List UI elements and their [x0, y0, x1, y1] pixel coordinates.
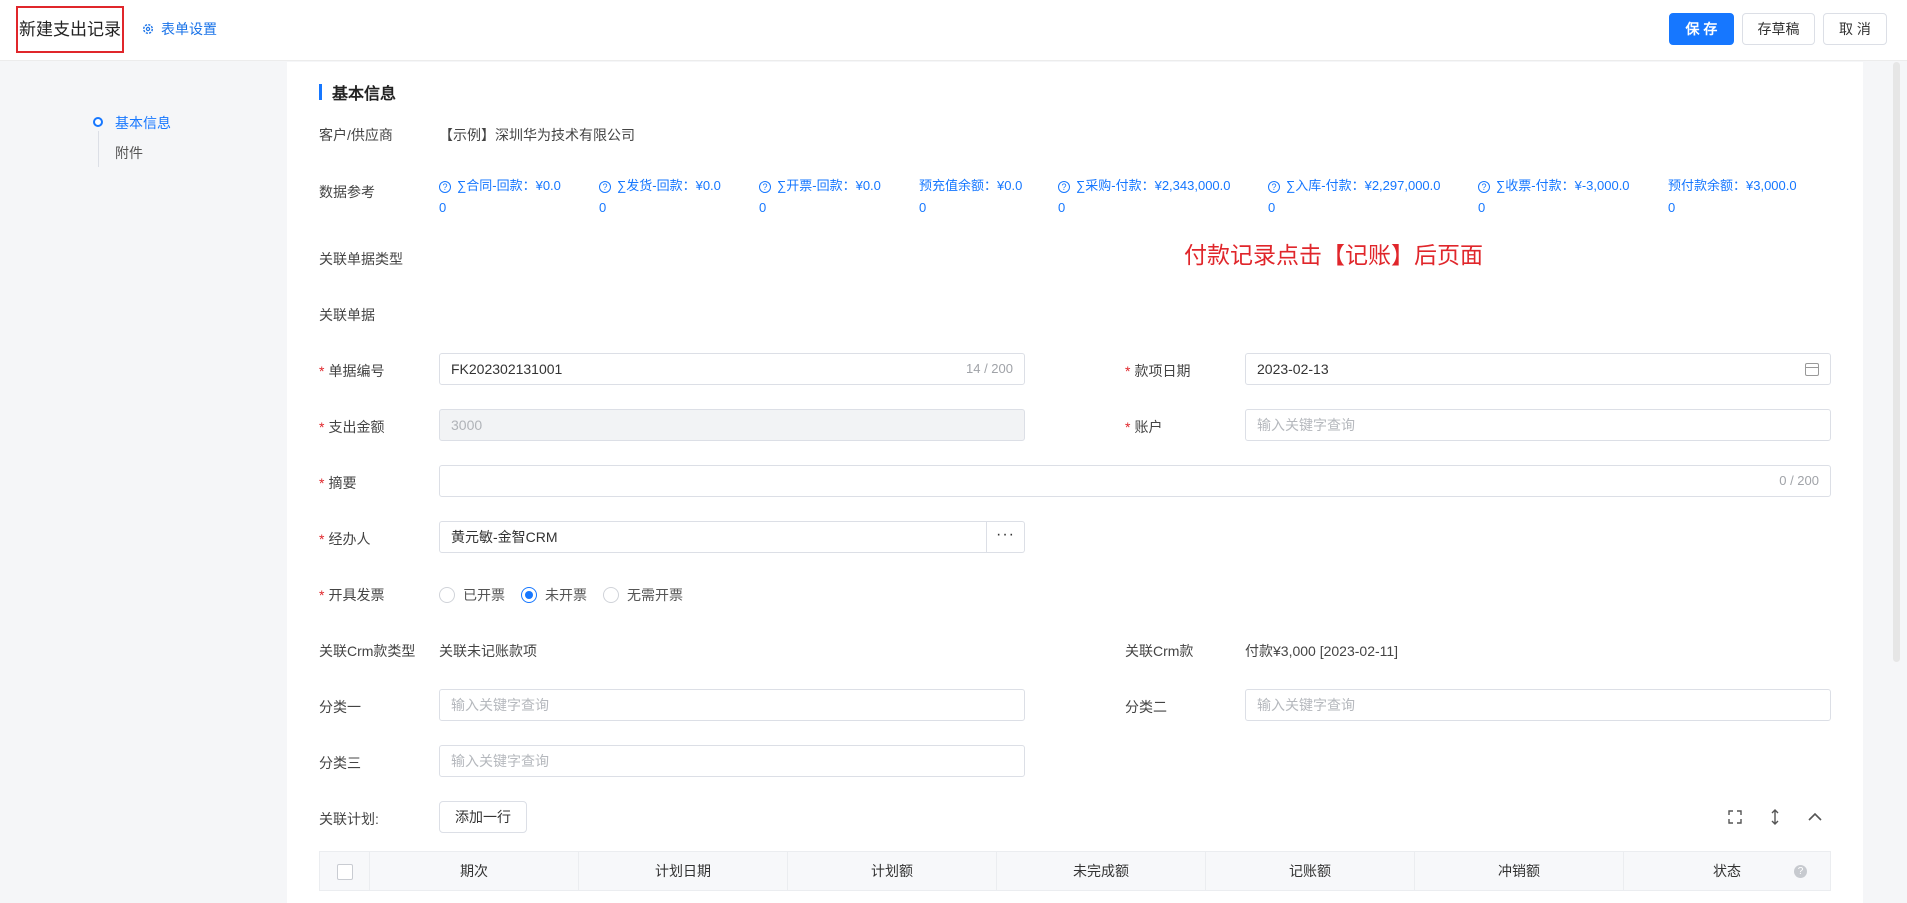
side-nav	[0, 62, 285, 903]
question-icon: ?	[1268, 181, 1280, 193]
doc-no-input[interactable]: FK202302131001 14 / 200	[439, 353, 1025, 385]
data-ref-label: 数据参考	[319, 184, 375, 200]
data-ref-item[interactable]: ? ∑合同-回款：¥0.0 0	[439, 175, 561, 219]
radio-circle	[603, 587, 619, 603]
select-all-checkbox[interactable]	[336, 864, 353, 881]
gear-icon	[142, 23, 154, 35]
crm-type-value: 关联未记账款项	[439, 643, 537, 659]
data-ref-item[interactable]: ? ∑采购-付款：¥2,343,000.0 0	[1058, 175, 1231, 219]
plan-table-header: 期次 计划日期 计划额 未完成额 记账额 冲销额 状态 ?	[319, 851, 1831, 891]
data-ref-item[interactable]: 预付款余额：¥3,000.0 0	[1668, 175, 1797, 219]
collapse-icon[interactable]	[1806, 809, 1824, 825]
question-icon: ?	[1478, 181, 1490, 193]
crm-item-value: 付款¥3,000 [2023-02-11]	[1245, 643, 1399, 659]
column-header-status[interactable]: 状态 ?	[1624, 852, 1830, 890]
invoice-radio-not-needed[interactable]: 无需开票	[603, 585, 683, 605]
account-label: * 账户	[1125, 419, 1163, 435]
data-ref-item[interactable]: 预充值余额：¥0.0 0	[919, 175, 1022, 219]
account-input[interactable]: 输入关键字查询	[1245, 409, 1831, 441]
column-header[interactable]: 记账额	[1206, 852, 1415, 890]
pay-date-input[interactable]: 2023-02-13	[1245, 353, 1831, 385]
save-button[interactable]: 保 存	[1669, 13, 1734, 45]
question-icon: ?	[599, 181, 611, 193]
amount-input: 3000	[439, 409, 1025, 441]
handler-input[interactable]: 黄元敏-金智CRM	[439, 521, 987, 553]
question-icon: ?	[439, 181, 451, 193]
nav-active-dot	[93, 117, 103, 127]
invoice-label: * 开具发票	[319, 587, 385, 603]
annotation-text: 付款记录点击【记账】后页面	[1184, 243, 1483, 269]
question-icon: ?	[759, 181, 771, 193]
section-title: 基本信息	[319, 80, 396, 104]
add-row-button[interactable]: 添加一行	[439, 801, 527, 833]
data-ref-item[interactable]: ? ∑发货-回款：¥0.0 0	[599, 175, 721, 219]
data-ref-item[interactable]: ? ∑开票-回款：¥0.0 0	[759, 175, 881, 219]
section-title-text: 基本信息	[332, 86, 397, 103]
doc-no-label: * 单据编号	[319, 363, 385, 379]
column-header[interactable]: 未完成额	[997, 852, 1206, 890]
column-header[interactable]: 期次	[370, 852, 579, 890]
cat2-label: 分类二	[1125, 699, 1167, 715]
cat1-label: 分类一	[319, 699, 361, 715]
handler-label: * 经办人	[319, 531, 371, 547]
column-header[interactable]: 计划日期	[579, 852, 788, 890]
column-header[interactable]: 计划额	[788, 852, 997, 890]
invoice-radio-issued[interactable]: 已开票	[439, 585, 505, 605]
cat1-input[interactable]: 输入关键字查询	[439, 689, 1025, 721]
crm-item-label: 关联Crm款	[1125, 643, 1194, 659]
plan-label: 关联计划:	[319, 811, 379, 827]
calendar-icon	[1805, 362, 1819, 376]
cat3-input[interactable]: 输入关键字查询	[439, 745, 1025, 777]
char-count: 14 / 200	[966, 361, 1013, 376]
linked-doc-type-label: 关联单据类型	[319, 251, 403, 267]
linked-doc-label: 关联单据	[319, 307, 375, 323]
handler-select-button[interactable]: ···	[987, 521, 1025, 553]
crm-type-label: 关联Crm款类型	[319, 643, 416, 659]
pay-date-label: * 款项日期	[1125, 363, 1191, 379]
question-icon: ?	[1058, 181, 1070, 193]
nav-item-attachment[interactable]: 附件	[115, 143, 143, 163]
form-settings-label: 表单设置	[161, 21, 217, 37]
summary-input[interactable]: 0 / 200	[439, 465, 1831, 497]
customer-value: 【示例】深圳华为技术有限公司	[439, 127, 635, 143]
resize-icon[interactable]	[1766, 809, 1784, 825]
cat2-input[interactable]: 输入关键字查询	[1245, 689, 1831, 721]
data-ref-item[interactable]: ? ∑收票-付款：¥-3,000.0 0	[1478, 175, 1630, 219]
help-icon[interactable]: ?	[1794, 865, 1807, 878]
radio-circle	[521, 587, 537, 603]
select-all-cell	[320, 852, 370, 890]
fullscreen-icon[interactable]	[1726, 809, 1744, 825]
radio-circle	[439, 587, 455, 603]
cancel-button[interactable]: 取 消	[1823, 13, 1887, 45]
scrollbar[interactable]	[1893, 62, 1900, 662]
invoice-radio-group: 已开票 未开票 无需开票	[439, 585, 683, 605]
column-header[interactable]: 冲销额	[1415, 852, 1624, 890]
data-ref-item[interactable]: ? ∑入库-付款：¥2,297,000.0 0	[1268, 175, 1441, 219]
nav-line	[98, 131, 99, 167]
section-accent-bar	[319, 84, 322, 100]
summary-label: * 摘要	[319, 475, 357, 491]
amount-label: * 支出金额	[319, 419, 385, 435]
cat3-label: 分类三	[319, 755, 361, 771]
customer-label: 客户/供应商	[319, 127, 393, 143]
top-bar: 新建支出记录 表单设置 保 存 存草稿 取 消	[0, 0, 1907, 61]
page-title: 新建支出记录	[16, 6, 124, 53]
invoice-radio-not-issued[interactable]: 未开票	[521, 585, 587, 605]
form-settings-link[interactable]: 表单设置	[142, 19, 217, 39]
char-count: 0 / 200	[1779, 473, 1819, 488]
nav-item-basic-info[interactable]: 基本信息	[115, 113, 171, 133]
save-draft-button[interactable]: 存草稿	[1742, 13, 1815, 45]
